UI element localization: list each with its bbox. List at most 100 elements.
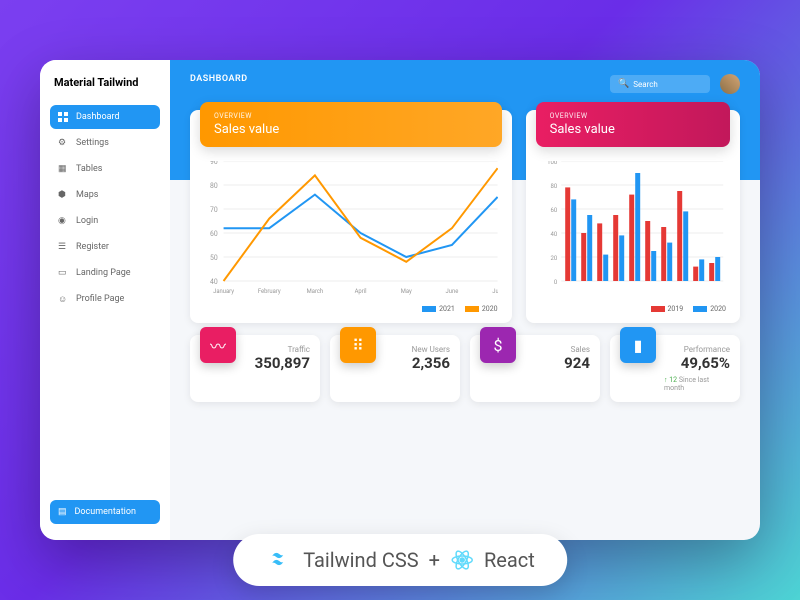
stat-row: 〰 Traffic 350,897 ⠿ New Users 2,356 $ Sa… — [190, 335, 740, 402]
sidebar-item-dashboard[interactable]: Dashboard — [50, 105, 160, 129]
svg-text:80: 80 — [550, 183, 557, 190]
svg-text:March: March — [307, 288, 324, 295]
line-chart-card: OVERVIEW Sales value 405060708090January… — [190, 110, 512, 323]
sidebar-item-label: Dashboard — [76, 112, 120, 122]
brand-title: Material Tailwind — [50, 76, 160, 89]
stat-value: 350,897 — [255, 354, 310, 372]
bar-chart: 0 20 40 60 80 100 — [540, 161, 726, 301]
svg-text:0: 0 — [553, 279, 557, 286]
gear-icon: ⚙ — [58, 138, 68, 148]
sidebar-item-login[interactable]: ◉ Login — [50, 209, 160, 233]
line-chart-body: 405060708090JanuaryFebruaryMarchAprilMay… — [190, 147, 512, 323]
tailwind-icon — [265, 551, 293, 569]
legend-swatch — [651, 306, 665, 312]
grid-icon — [58, 112, 68, 122]
overview-label: OVERVIEW — [550, 112, 716, 120]
legend-swatch — [693, 306, 707, 312]
stat-card: 〰 Traffic 350,897 — [190, 335, 320, 402]
sidebar-item-label: Landing Page — [76, 268, 131, 278]
stat-value: 2,356 — [412, 354, 450, 372]
stat-icon: ▮ — [620, 327, 656, 363]
stat-label: Sales — [571, 345, 590, 354]
stat-text: Traffic 350,897 — [244, 345, 310, 392]
sidebar-item-label: Register — [76, 242, 109, 252]
sidebar-item-maps[interactable]: ⬢ Maps — [50, 183, 160, 207]
tech-badge: Tailwind CSS + React — [233, 534, 567, 586]
doc-label: Documentation — [75, 507, 136, 517]
svg-text:60: 60 — [210, 230, 218, 238]
sidebar-item-landing[interactable]: ▭ Landing Page — [50, 261, 160, 285]
svg-text:20: 20 — [550, 255, 557, 262]
stat-text: Sales 924 — [524, 345, 590, 392]
search-input[interactable] — [633, 80, 702, 89]
stat-card: ▮ Performance 49,65% ↑ 12 Since last mon… — [610, 335, 740, 402]
sidebar-item-tables[interactable]: ▦ Tables — [50, 157, 160, 181]
fingerprint-icon: ◉ — [58, 216, 68, 226]
legend-swatch — [422, 306, 436, 312]
sidebar: Material Tailwind Dashboard ⚙ Settings ▦… — [40, 60, 170, 540]
stat-value: 924 — [564, 354, 590, 372]
card-header: OVERVIEW Sales value — [200, 102, 502, 147]
svg-text:60: 60 — [550, 207, 557, 214]
tailwind-text: Tailwind CSS — [303, 548, 418, 572]
react-text: React — [484, 548, 535, 572]
svg-text:40: 40 — [210, 278, 218, 286]
app-window: Material Tailwind Dashboard ⚙ Settings ▦… — [40, 60, 760, 540]
bar-chart-card: OVERVIEW Sales value 0 20 40 60 80 100 2019 2… — [526, 110, 740, 323]
stat-text: Performance 49,65% ↑ 12 Since last month — [664, 345, 730, 392]
stat-value: 49,65% — [681, 354, 730, 372]
legend-item: 2021 — [422, 305, 455, 313]
search-icon: 🔍 — [618, 79, 629, 89]
main-area: DASHBOARD 🔍 OVERVIEW Sales value 4050607… — [170, 60, 760, 540]
overview-label: OVERVIEW — [214, 112, 488, 120]
svg-text:July: July — [492, 288, 497, 295]
content: OVERVIEW Sales value 405060708090January… — [170, 110, 760, 416]
form-icon: ☰ — [58, 242, 68, 252]
sidebar-item-label: Login — [76, 216, 98, 226]
sidebar-item-label: Profile Page — [76, 294, 124, 304]
react-icon — [450, 548, 474, 572]
search-box[interactable]: 🔍 — [610, 75, 710, 93]
card-title: Sales value — [550, 122, 716, 137]
svg-text:80: 80 — [210, 182, 218, 190]
svg-text:January: January — [213, 288, 234, 295]
page-title: DASHBOARD — [190, 74, 248, 84]
documentation-button[interactable]: ▤ Documentation — [50, 500, 160, 524]
charts-row: OVERVIEW Sales value 405060708090January… — [190, 110, 740, 323]
plus: + — [429, 548, 440, 572]
stat-label: Performance — [684, 345, 730, 354]
header-right: 🔍 — [610, 74, 740, 94]
stat-label: Traffic — [288, 345, 310, 354]
legend: 2019 2020 — [540, 305, 726, 313]
stat-foot: ↑ 12 Since last month — [664, 376, 730, 392]
avatar[interactable] — [720, 74, 740, 94]
card-header: OVERVIEW Sales value — [536, 102, 730, 147]
user-icon: ☺ — [58, 294, 68, 304]
stat-text: New Users 2,356 — [384, 345, 450, 392]
doc-icon: ▤ — [58, 507, 67, 517]
legend-item: 2020 — [693, 305, 726, 313]
legend: 2021 2020 — [204, 305, 498, 313]
stat-card: $ Sales 924 — [470, 335, 600, 402]
map-icon: ⬢ — [58, 190, 68, 200]
svg-text:June: June — [446, 288, 459, 295]
table-icon: ▦ — [58, 164, 68, 174]
sidebar-item-register[interactable]: ☰ Register — [50, 235, 160, 259]
stat-card: ⠿ New Users 2,356 — [330, 335, 460, 402]
sidebar-item-label: Maps — [76, 190, 98, 200]
svg-text:50: 50 — [210, 254, 218, 262]
legend-swatch — [465, 306, 479, 312]
sidebar-item-settings[interactable]: ⚙ Settings — [50, 131, 160, 155]
stat-icon: 〰 — [200, 327, 236, 363]
stat-icon: $ — [480, 327, 516, 363]
svg-text:April: April — [355, 288, 367, 295]
svg-text:February: February — [258, 288, 281, 295]
svg-text:90: 90 — [210, 161, 218, 166]
sidebar-item-label: Settings — [76, 138, 109, 148]
sidebar-item-profile[interactable]: ☺ Profile Page — [50, 287, 160, 311]
svg-text:100: 100 — [547, 161, 558, 166]
stat-icon: ⠿ — [340, 327, 376, 363]
page-icon: ▭ — [58, 268, 68, 278]
svg-text:40: 40 — [550, 231, 557, 238]
line-chart: 405060708090JanuaryFebruaryMarchAprilMay… — [204, 161, 498, 301]
